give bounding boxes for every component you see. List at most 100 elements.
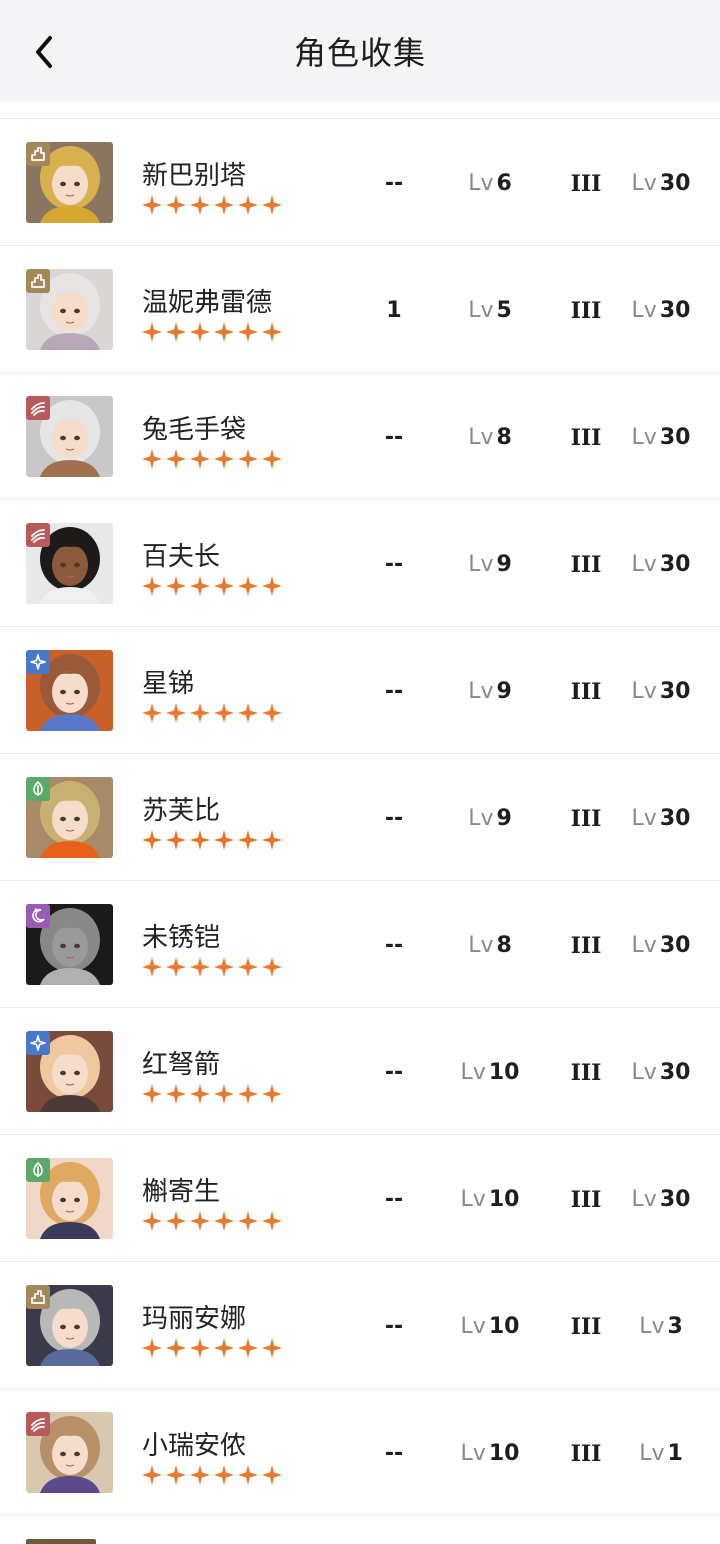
insight-rank: III (570, 806, 602, 832)
character-name: 兔毛手袋 (142, 415, 247, 445)
page-title: 角色收集 (293, 34, 426, 72)
level-prefix: Lv (460, 1187, 486, 1212)
character-name: 新巴别塔 (142, 161, 247, 191)
character-level: Lv 9 (440, 806, 540, 831)
star-icon (261, 702, 285, 724)
duplicate-count: -- (384, 425, 404, 450)
level-value: 10 (488, 1441, 520, 1466)
skill-level-prefix: Lv (631, 1187, 657, 1212)
star-icon (237, 448, 261, 470)
tower-icon (26, 1285, 50, 1309)
duplicate-count: -- (384, 1060, 404, 1085)
insight-rank: III (570, 679, 602, 705)
duplicate-count: -- (384, 679, 404, 704)
duplicate-count: 1 (386, 298, 402, 323)
level-value: 10 (488, 1187, 520, 1212)
star-icon (189, 321, 213, 343)
star-icon (213, 1464, 237, 1486)
character-row[interactable]: 百夫长 -- Lv 9 III Lv 30 (0, 500, 720, 627)
star-icon (213, 1210, 237, 1232)
insight-rank: III (570, 171, 602, 197)
character-row[interactable]: 小瑞安侬 -- Lv 10 III Lv 1 (0, 1389, 720, 1516)
star-icon (213, 829, 237, 851)
skill-level-value: 30 (659, 806, 691, 831)
character-name: 温妮弗雷德 (142, 288, 273, 318)
character-row[interactable]: 温妮弗雷德 1 Lv 5 III Lv 30 (0, 246, 720, 373)
star-icon (261, 1337, 285, 1359)
character-name: 玛丽安娜 (142, 1304, 247, 1334)
star-icon (189, 1210, 213, 1232)
star-icon (141, 194, 165, 216)
skill-level-value: 30 (659, 679, 691, 704)
skill-level-prefix: Lv (631, 298, 657, 323)
character-row[interactable]: 玛丽安娜 -- Lv 10 III Lv 3 (0, 1262, 720, 1389)
level-prefix: Lv (468, 679, 494, 704)
character-row[interactable]: 槲寄生 -- Lv 10 III Lv 30 (0, 1135, 720, 1262)
skill-level-value: 1 (667, 1441, 683, 1466)
character-portrait (26, 650, 113, 731)
rarity-stars (141, 956, 285, 978)
star-icon (141, 702, 165, 724)
character-portrait (26, 269, 113, 350)
character-level: Lv 8 (440, 933, 540, 958)
star-icon (165, 194, 189, 216)
character-row[interactable]: 苏芙比 -- Lv 9 III Lv 30 (0, 754, 720, 881)
skill-level-value: 30 (659, 1060, 691, 1085)
level-value: 9 (496, 552, 512, 577)
skill-level: Lv 30 (616, 552, 706, 577)
skill-level-value: 3 (667, 1314, 683, 1339)
level-prefix: Lv (468, 806, 494, 831)
star-icon (165, 321, 189, 343)
star-icon (165, 1210, 189, 1232)
star-icon (165, 702, 189, 724)
character-name: 未锈铠 (142, 923, 221, 953)
star-icon (237, 575, 261, 597)
character-row[interactable]: 红弩箭 -- Lv 10 III Lv 30 (0, 1008, 720, 1135)
character-row[interactable]: 新巴别塔 -- Lv 6 III Lv 30 (0, 119, 720, 246)
star-icon (189, 1083, 213, 1105)
skill-level: Lv 30 (616, 1187, 706, 1212)
star-icon (261, 829, 285, 851)
character-portrait (26, 1285, 113, 1366)
skill-level: Lv 30 (616, 171, 706, 196)
character-name: 百夫长 (142, 542, 221, 572)
level-value: 5 (496, 298, 512, 323)
character-list: 新巴别塔 -- Lv 6 III Lv 30 温妮弗雷德 1 Lv 5 III Lv 30 兔毛手袋 -- Lv… (0, 118, 720, 1516)
star-icon (165, 575, 189, 597)
skill-level-prefix: Lv (631, 1060, 657, 1085)
level-value: 8 (496, 933, 512, 958)
skill-level: Lv 30 (616, 1060, 706, 1085)
character-portrait (26, 904, 113, 985)
character-portrait (26, 1158, 113, 1239)
beast-icon (26, 1412, 50, 1436)
character-name: 槲寄生 (142, 1177, 221, 1207)
star-icon (165, 1083, 189, 1105)
star-icon (165, 1337, 189, 1359)
level-prefix: Lv (460, 1060, 486, 1085)
character-level: Lv 10 (440, 1187, 540, 1212)
star-icon (189, 702, 213, 724)
insight-rank: III (570, 933, 602, 959)
skill-level: Lv 30 (616, 806, 706, 831)
star-icon (213, 575, 237, 597)
skill-level-prefix: Lv (631, 806, 657, 831)
level-value: 6 (496, 171, 512, 196)
leaf-icon (26, 1158, 50, 1182)
star-icon (237, 1210, 261, 1232)
star-icon (189, 448, 213, 470)
character-row[interactable]: 未锈铠 -- Lv 8 III Lv 30 (0, 881, 720, 1008)
star-icon (237, 1083, 261, 1105)
skill-level-prefix: Lv (631, 933, 657, 958)
star-icon (141, 575, 165, 597)
star-icon (237, 1464, 261, 1486)
star-icon (189, 829, 213, 851)
star-icon (26, 650, 50, 674)
character-portrait (26, 1412, 113, 1493)
character-row[interactable]: 兔毛手袋 -- Lv 8 III Lv 30 (0, 373, 720, 500)
star-icon (165, 956, 189, 978)
star-icon (189, 956, 213, 978)
character-row[interactable]: 星锑 -- Lv 9 III Lv 30 (0, 627, 720, 754)
character-portrait (26, 142, 113, 223)
star-icon (213, 194, 237, 216)
star-icon (189, 575, 213, 597)
